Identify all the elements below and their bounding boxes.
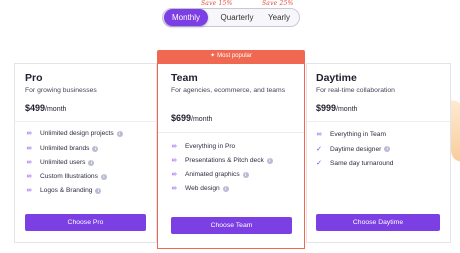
price-period: /month [45, 106, 67, 113]
info-icon[interactable]: i [242, 171, 249, 178]
feature-item: ∞ Custom Illustrations i [24, 173, 107, 180]
feature-label: Unlimited users [40, 159, 86, 166]
choose-pro-button[interactable]: Choose Pro [25, 214, 146, 231]
feature-label: Presentations & Pitch deck [185, 157, 264, 164]
save-yearly-label: Save 25% [262, 0, 294, 7]
save-quarterly-label: Save 15% [201, 0, 233, 7]
feature-item: ∞ Unlimited brands i [24, 145, 99, 152]
check-icon: ✓ [316, 146, 322, 153]
toggle-quarterly[interactable]: Quarterly [215, 9, 259, 26]
feature-label: Daytime designer [330, 145, 382, 153]
feature-item: ∞ Web design i [169, 185, 229, 192]
sparkle-icon: ✦ [210, 53, 216, 59]
infinity-icon: ∞ [171, 171, 177, 178]
price-amount: $499 [25, 103, 46, 113]
feature-label: Web design [185, 185, 220, 192]
feature-label: Everything in Pro [185, 143, 236, 150]
choose-team-button[interactable]: Choose Team [171, 217, 292, 234]
feature-item: ∞ Unlimited design projects i [24, 130, 123, 137]
infinity-icon: ∞ [26, 173, 32, 180]
plan-price-team: $699/month [171, 113, 212, 123]
plan-name-team: Team [171, 72, 198, 84]
info-icon[interactable]: i [116, 130, 123, 137]
feature-label: Same day turnaround [330, 159, 394, 167]
plan-name-pro: Pro [25, 72, 43, 84]
toggle-yearly[interactable]: Yearly [259, 9, 299, 26]
feature-label: Unlimited design projects [40, 130, 114, 137]
feature-label: Everything in Team [330, 131, 386, 138]
info-icon[interactable]: i [266, 157, 273, 164]
feature-item: ✓ Daytime designer i [314, 145, 391, 153]
plan-name-daytime: Daytime [316, 72, 357, 84]
info-icon[interactable]: i [92, 145, 99, 152]
price-amount: $999 [316, 103, 337, 113]
plan-description-daytime: For real-time collaboration [316, 87, 395, 94]
infinity-icon: ∞ [26, 145, 32, 152]
feature-item: ∞ Everything in Team [314, 131, 386, 138]
plan-description-team: For agencies, ecommerce, and teams [171, 87, 286, 94]
feature-item: ∞ Presentations & Pitch deck i [169, 157, 273, 164]
feature-label: Custom Illustrations [40, 173, 98, 180]
price-period: /month [191, 116, 213, 123]
feature-label: Unlimited brands [40, 145, 90, 152]
infinity-icon: ∞ [171, 185, 177, 192]
price-period: /month [336, 106, 358, 113]
feature-item: ∞ Everything in Pro [169, 143, 236, 150]
check-icon: ✓ [316, 160, 322, 167]
infinity-icon: ∞ [26, 130, 32, 137]
info-icon[interactable]: i [222, 185, 229, 192]
info-icon[interactable]: i [88, 159, 95, 166]
feature-item: ✓ Same day turnaround [314, 159, 394, 168]
most-popular-label: Most popular [217, 53, 252, 59]
plan-price-pro: $499/month [25, 103, 66, 113]
infinity-icon: ∞ [316, 131, 322, 138]
infinity-icon: ∞ [26, 159, 32, 166]
info-icon[interactable]: i [100, 173, 107, 180]
info-icon[interactable]: i [384, 146, 391, 152]
info-icon[interactable]: i [95, 187, 102, 194]
feature-item: ∞ Unlimited users i [24, 159, 95, 166]
divider [307, 121, 450, 122]
feature-label: Logos & Branding [40, 187, 93, 194]
infinity-icon: ∞ [26, 187, 32, 194]
plan-price-daytime: $999/month [316, 103, 357, 113]
divider [14, 121, 157, 122]
feature-item: ∞ Logos & Branding i [24, 187, 102, 194]
divider [158, 132, 304, 133]
infinity-icon: ∞ [171, 143, 177, 150]
feature-item: ∞ Animated graphics i [169, 171, 249, 178]
feature-label: Animated graphics [185, 171, 240, 178]
price-amount: $699 [171, 113, 192, 123]
most-popular-badge: ✦ Most popular [157, 50, 305, 63]
billing-period-toggle: Monthly Quarterly Yearly [162, 8, 300, 27]
choose-daytime-button[interactable]: Choose Daytime [316, 214, 440, 231]
toggle-monthly[interactable]: Monthly [164, 9, 208, 26]
infinity-icon: ∞ [171, 157, 177, 164]
plan-description-pro: For growing businesses [25, 87, 97, 94]
